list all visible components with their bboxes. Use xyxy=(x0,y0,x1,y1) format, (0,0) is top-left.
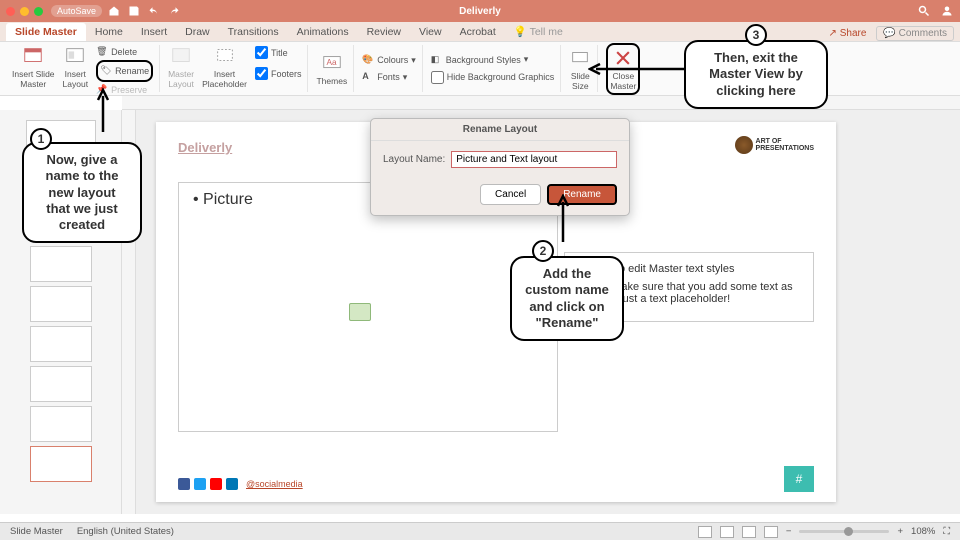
layout-name-label: Layout Name: xyxy=(383,154,445,165)
layout-thumbnail[interactable] xyxy=(30,326,92,362)
linkedin-icon xyxy=(226,478,238,490)
insert-slide-master-button[interactable]: Insert Slide Master xyxy=(12,45,55,89)
placeholder-icon xyxy=(214,45,236,67)
tab-review[interactable]: Review xyxy=(358,23,410,41)
layout-thumbnail-selected[interactable] xyxy=(30,446,92,482)
window-controls[interactable] xyxy=(6,7,43,16)
layout-name-input[interactable] xyxy=(451,151,617,168)
callout-2: Add the custom name and click on "Rename… xyxy=(510,256,624,341)
tab-draw[interactable]: Draw xyxy=(176,23,219,41)
sorter-view-button[interactable] xyxy=(720,526,734,538)
title-checkbox[interactable]: Title xyxy=(255,45,302,60)
picture-placeholder[interactable]: • Picture xyxy=(178,182,558,432)
slideshow-view-button[interactable] xyxy=(764,526,778,538)
tab-home[interactable]: Home xyxy=(86,23,132,41)
delete-button[interactable]: 🗑Delete xyxy=(96,45,153,59)
tab-acrobat[interactable]: Acrobat xyxy=(451,23,505,41)
rename-layout-dialog: Rename Layout Layout Name: Cancel Rename xyxy=(370,118,630,216)
tab-view[interactable]: View xyxy=(410,23,451,41)
picture-icon xyxy=(349,303,371,321)
maximize-window-icon[interactable] xyxy=(34,7,43,16)
ribbon-tabs: Slide Master Home Insert Draw Transition… xyxy=(0,22,960,42)
dialog-title: Rename Layout xyxy=(371,119,629,141)
footers-checkbox[interactable]: Footers xyxy=(255,66,302,81)
background-styles-dropdown[interactable]: ◧Background Styles ▾ xyxy=(431,53,555,67)
zoom-level[interactable]: 108% xyxy=(911,526,935,537)
bg-styles-icon: ◧ xyxy=(431,54,443,66)
step-badge-2: 2 xyxy=(532,240,554,262)
callout-3: Then, exit the Master View by clicking h… xyxy=(684,40,828,109)
arrow-3 xyxy=(588,62,684,76)
tab-slide-master[interactable]: Slide Master xyxy=(6,23,86,41)
delete-icon: 🗑 xyxy=(96,46,108,58)
master-layout-button[interactable]: Master Layout xyxy=(168,45,194,89)
social-handle: @socialmedia xyxy=(246,479,303,489)
zoom-out-button[interactable]: − xyxy=(786,526,792,537)
tab-animations[interactable]: Animations xyxy=(288,23,358,41)
layout-icon xyxy=(64,45,86,67)
tell-me[interactable]: 💡 Tell me xyxy=(505,22,572,41)
themes-button[interactable]: Aa Themes xyxy=(316,52,347,86)
colours-icon: 🎨 xyxy=(362,54,374,66)
callout-1: Now, give a name to the new layout that … xyxy=(22,142,142,243)
horizontal-ruler xyxy=(122,96,960,110)
zoom-slider[interactable] xyxy=(799,530,889,533)
youtube-icon xyxy=(210,478,222,490)
layout-thumbnail[interactable] xyxy=(30,406,92,442)
slide-master-icon xyxy=(22,45,44,67)
step-badge-3: 3 xyxy=(745,24,767,46)
cancel-button[interactable]: Cancel xyxy=(480,184,541,205)
reading-view-button[interactable] xyxy=(742,526,756,538)
tab-insert[interactable]: Insert xyxy=(132,23,176,41)
undo-icon[interactable] xyxy=(148,5,160,17)
search-icon[interactable] xyxy=(918,5,930,17)
logo: ART OF PRESENTATIONS xyxy=(735,136,814,154)
save-icon[interactable] xyxy=(128,5,140,17)
colours-dropdown[interactable]: 🎨Colours ▾ xyxy=(362,53,416,67)
rename-icon: 🏷 xyxy=(100,65,112,77)
social-footer: @socialmedia xyxy=(178,478,303,490)
status-language[interactable]: English (United States) xyxy=(77,526,174,537)
page-number-placeholder: # xyxy=(784,466,814,492)
close-window-icon[interactable] xyxy=(6,7,15,16)
document-title: Deliverly xyxy=(459,6,501,17)
title-bar: AutoSave Deliverly xyxy=(0,0,960,22)
master-layout-icon xyxy=(170,45,192,67)
layout-thumbnail[interactable] xyxy=(30,286,92,322)
layout-thumbnail[interactable] xyxy=(30,366,92,402)
arrow-1 xyxy=(96,88,110,132)
zoom-in-button[interactable]: + xyxy=(897,526,903,537)
step-badge-1: 1 xyxy=(30,128,52,150)
insert-layout-button[interactable]: Insert Layout xyxy=(63,45,89,89)
fit-to-window-button[interactable]: ⛶ xyxy=(943,526,950,537)
rename-button[interactable]: 🏷Rename xyxy=(100,64,149,78)
normal-view-button[interactable] xyxy=(698,526,712,538)
share-button[interactable]: ↗ Share xyxy=(823,26,873,41)
tab-transitions[interactable]: Transitions xyxy=(219,23,288,41)
themes-icon: Aa xyxy=(321,52,343,74)
brand-title: Deliverly xyxy=(178,140,232,155)
svg-text:Aa: Aa xyxy=(326,57,337,66)
autosave-toggle[interactable]: AutoSave xyxy=(51,5,102,17)
facebook-icon xyxy=(178,478,190,490)
insert-placeholder-button[interactable]: Insert Placeholder xyxy=(202,45,247,89)
home-icon[interactable] xyxy=(108,5,120,17)
status-bar: Slide Master English (United States) − +… xyxy=(0,522,960,540)
status-mode: Slide Master xyxy=(10,526,63,537)
fonts-icon: A xyxy=(362,71,374,83)
redo-icon[interactable] xyxy=(168,5,180,17)
minimize-window-icon[interactable] xyxy=(20,7,29,16)
hide-bg-checkbox[interactable]: Hide Background Graphics xyxy=(431,70,555,85)
account-icon[interactable] xyxy=(940,5,954,17)
fonts-dropdown[interactable]: AFonts ▾ xyxy=(362,70,416,84)
comments-button[interactable]: 💬 Comments xyxy=(876,26,954,41)
twitter-icon xyxy=(194,478,206,490)
arrow-2 xyxy=(556,194,570,242)
quick-access-toolbar xyxy=(108,5,180,17)
layout-thumbnail[interactable] xyxy=(30,246,92,282)
